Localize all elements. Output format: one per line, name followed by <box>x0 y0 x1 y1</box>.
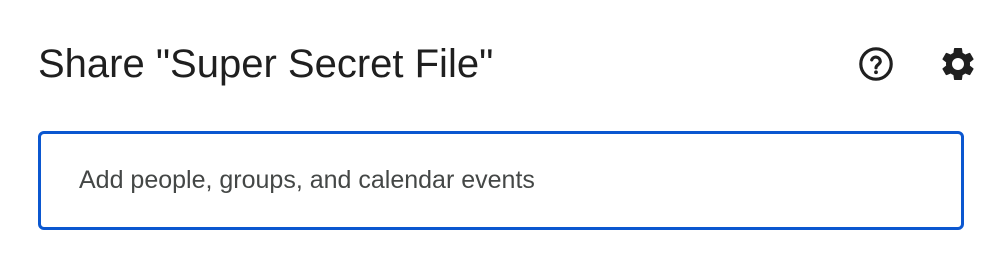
settings-button[interactable] <box>934 40 982 88</box>
help-button[interactable] <box>852 40 900 88</box>
add-people-input[interactable] <box>79 134 919 227</box>
gear-icon <box>938 44 978 84</box>
add-people-field[interactable] <box>38 131 964 230</box>
help-circle-icon <box>857 45 895 83</box>
share-dialog: Share "Super Secret File" <box>0 0 998 265</box>
dialog-title: Share "Super Secret File" <box>38 42 494 86</box>
